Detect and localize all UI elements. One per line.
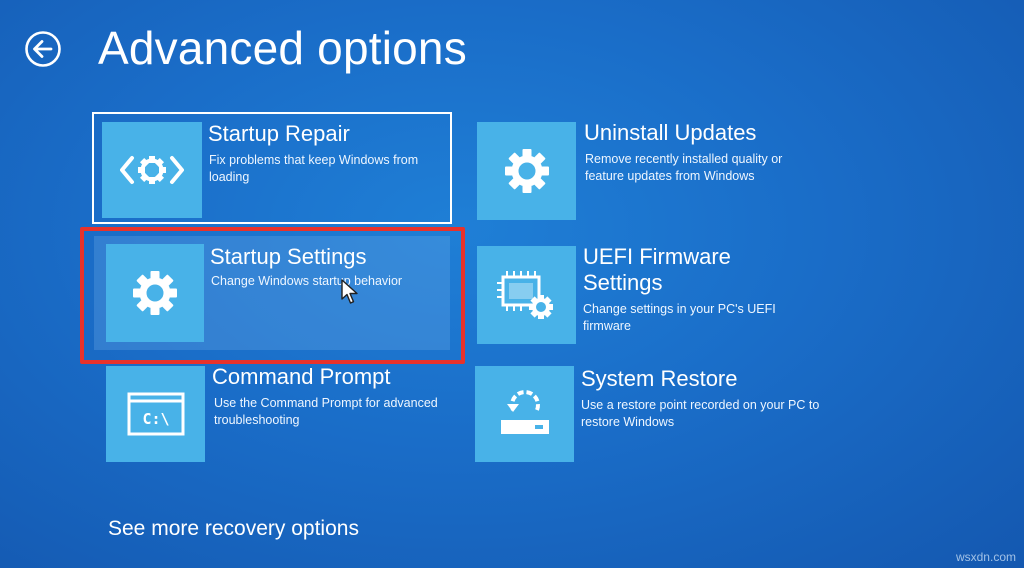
option-system-restore[interactable]: System Restore Use a restore point recor… (475, 366, 825, 464)
gear-icon (133, 271, 177, 315)
option-tile (477, 122, 576, 220)
option-tile (477, 246, 576, 344)
page-title: Advanced options (98, 22, 467, 74)
option-name: UEFI Firmware Settings (583, 244, 731, 295)
option-description: Remove recently installed quality or fea… (585, 152, 783, 183)
option-tile (102, 122, 202, 218)
option-uefi-firmware-settings[interactable]: UEFI Firmware Settings Change settings i… (477, 244, 827, 348)
option-tile (106, 244, 204, 342)
option-name: Startup Settings (210, 244, 367, 269)
option-name: Startup Repair (208, 121, 350, 146)
option-name: System Restore (581, 366, 738, 391)
option-description: Use a restore point recorded on your PC … (581, 398, 820, 429)
option-uninstall-updates[interactable]: Uninstall Updates Remove recently instal… (477, 120, 827, 220)
option-name: Uninstall Updates (584, 120, 757, 145)
gear-icon (504, 149, 549, 193)
option-description: Use the Command Prompt for advanced trou… (214, 396, 438, 427)
option-description: Change settings in your PC's UEFI firmwa… (583, 302, 776, 333)
option-startup-settings[interactable]: Startup Settings Change Windows startup … (94, 236, 450, 350)
option-tile (475, 366, 574, 462)
option-command-prompt[interactable]: C:\ Command Prompt Use the Command Promp… (106, 364, 456, 464)
repair-gear-brackets-icon (120, 156, 184, 184)
firmware-chip-gear-icon (496, 271, 553, 319)
command-prompt-tile-text: C:\ (142, 410, 169, 428)
option-tile: C:\ (106, 366, 205, 462)
back-arrow-icon (25, 31, 61, 67)
option-description: Fix problems that keep Windows from load… (209, 153, 419, 184)
system-restore-icon (500, 390, 549, 434)
command-prompt-icon: C:\ (127, 392, 184, 436)
option-startup-repair[interactable]: Startup Repair Fix problems that keep Wi… (92, 112, 452, 224)
watermark: wsxdn.com (955, 550, 1016, 564)
back-button[interactable] (24, 30, 62, 68)
see-more-recovery-options-link[interactable]: See more recovery options (108, 515, 359, 543)
option-name: Command Prompt (212, 364, 391, 389)
option-description: Change Windows startup behavior (211, 274, 403, 288)
